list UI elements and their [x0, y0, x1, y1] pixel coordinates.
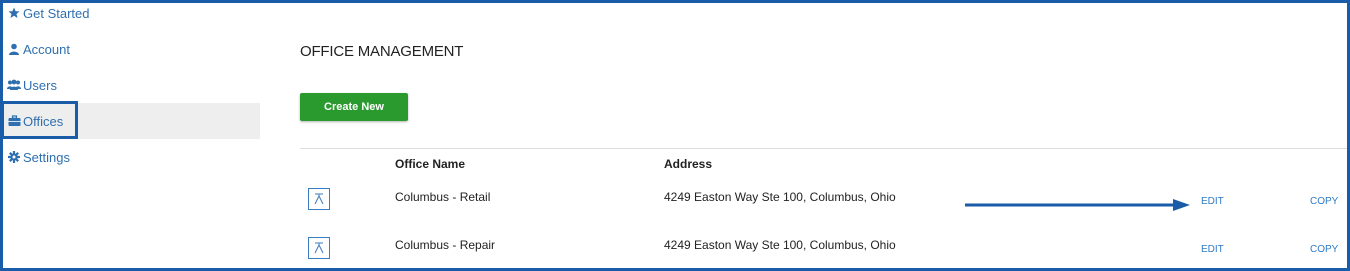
column-header-address: Address	[664, 157, 713, 171]
sidebar-item-get-started[interactable]: Get Started	[3, 0, 260, 31]
user-icon	[7, 42, 21, 56]
edit-link[interactable]: EDIT	[1201, 244, 1224, 255]
copy-link[interactable]: COPY	[1310, 196, 1338, 207]
sidebar-item-users[interactable]: Users	[3, 67, 260, 103]
office-address: 4249 Easton Way Ste 100, Columbus, Ohio	[664, 238, 896, 252]
sidebar-item-label: Account	[23, 41, 70, 57]
sidebar: Get Started Account Users Offices Settin…	[1, 0, 260, 268]
star-icon	[7, 6, 21, 20]
table-row: Columbus - Repair 4249 Easton Way Ste 10…	[260, 229, 1347, 269]
sidebar-item-account[interactable]: Account	[3, 31, 260, 67]
office-thumbnail-icon	[308, 237, 330, 259]
sidebar-item-settings[interactable]: Settings	[3, 139, 260, 175]
column-header-office-name: Office Name	[395, 157, 466, 171]
edit-link[interactable]: EDIT	[1201, 196, 1224, 207]
users-icon	[7, 78, 21, 92]
create-new-button[interactable]: Create New	[300, 93, 408, 121]
highlight-box	[1, 101, 78, 139]
sidebar-item-label: Settings	[23, 149, 70, 165]
sidebar-item-label: Users	[23, 77, 57, 93]
sidebar-item-offices[interactable]: Offices	[1, 101, 260, 139]
office-name: Columbus - Retail	[395, 190, 491, 204]
office-address: 4249 Easton Way Ste 100, Columbus, Ohio	[664, 190, 896, 204]
office-name: Columbus - Repair	[395, 238, 496, 252]
sidebar-item-label: Get Started	[23, 5, 90, 21]
office-thumbnail-icon	[308, 188, 330, 210]
gear-icon	[7, 150, 21, 164]
main-content: OFFICE MANAGEMENT Create New Office Name…	[260, 3, 1347, 268]
page-title: OFFICE MANAGEMENT	[300, 43, 464, 60]
table-divider	[300, 148, 1347, 149]
copy-link[interactable]: COPY	[1310, 244, 1338, 255]
annotation-arrow-icon	[965, 199, 1190, 211]
